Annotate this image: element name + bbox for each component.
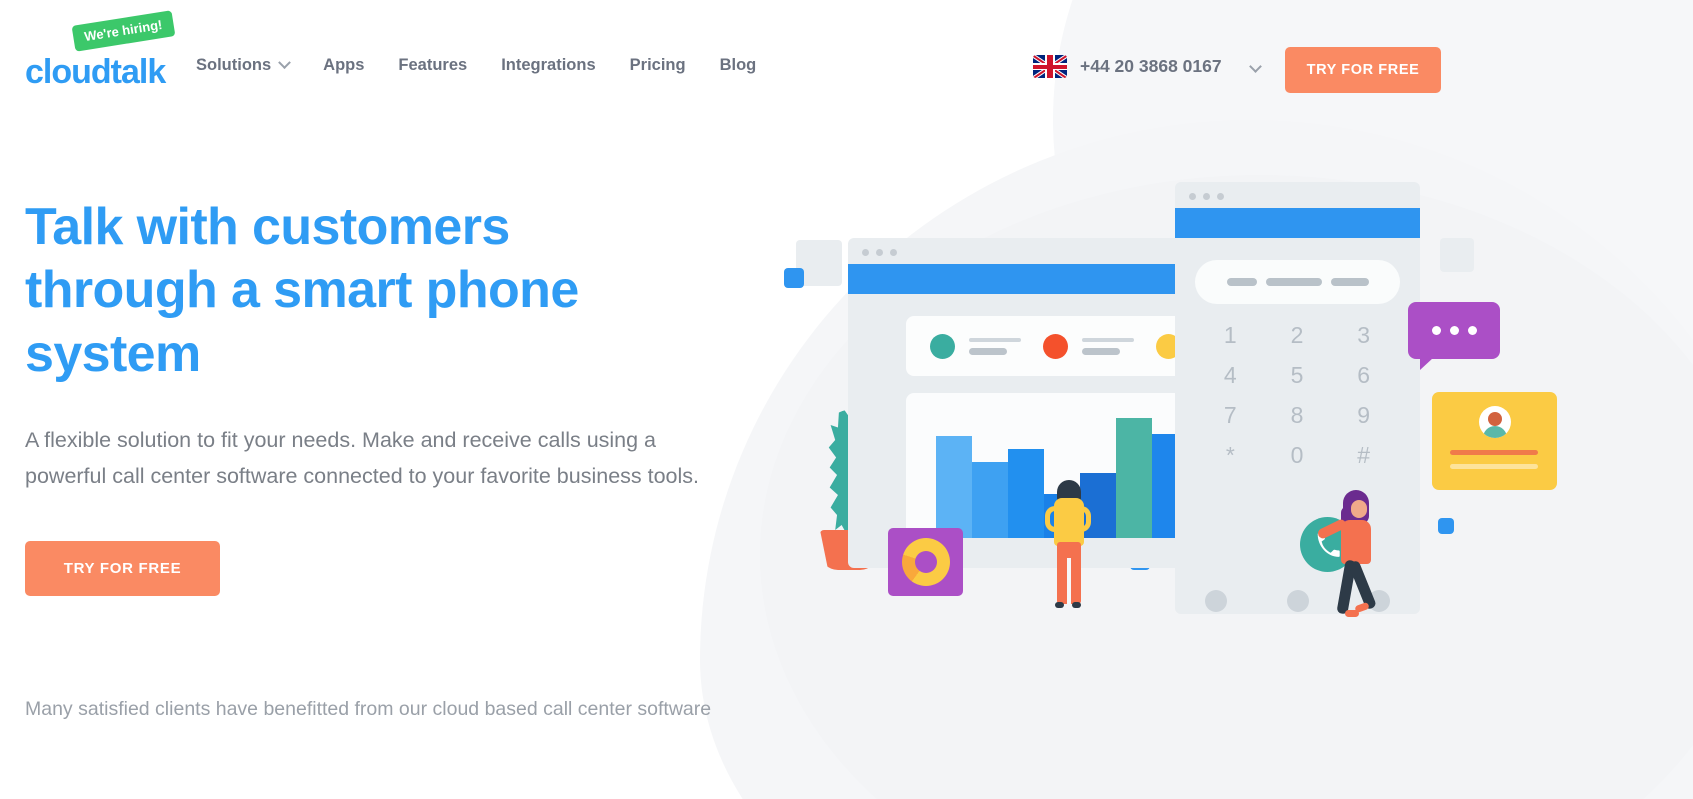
nav-item-blog[interactable]: Blog bbox=[720, 56, 757, 75]
person-illustration-male bbox=[1045, 480, 1091, 615]
donut-chart-icon bbox=[901, 538, 950, 586]
clients-note: Many satisfied clients have benefitted f… bbox=[25, 698, 712, 720]
dialpad-key-4[interactable]: 4 bbox=[1197, 362, 1264, 388]
logo-text: cloudtalk bbox=[25, 53, 166, 91]
main-navigation: Solutions Apps Features Integrations Pri… bbox=[196, 56, 756, 75]
status-item bbox=[930, 333, 1021, 359]
chevron-down-icon bbox=[278, 56, 292, 70]
dialpad-key-2[interactable]: 2 bbox=[1264, 322, 1331, 348]
landing-page: cloudtalk We're hiring! Solutions Apps F… bbox=[0, 0, 1693, 799]
footer-dot[interactable] bbox=[1205, 590, 1227, 612]
dialpad-key-star[interactable]: * bbox=[1197, 442, 1264, 468]
uk-flag-icon bbox=[1033, 55, 1067, 78]
status-dot-teal bbox=[930, 333, 955, 359]
hero-try-for-free-button[interactable]: TRY FOR FREE bbox=[25, 540, 220, 596]
dialpad-key-5[interactable]: 5 bbox=[1264, 362, 1331, 388]
avatar bbox=[1478, 406, 1511, 438]
header-try-for-free-button[interactable]: TRY FOR FREE bbox=[1285, 47, 1441, 93]
dialpad-display[interactable] bbox=[1195, 260, 1400, 304]
donut-chart-card bbox=[888, 528, 963, 596]
logo[interactable]: cloudtalk We're hiring! bbox=[25, 10, 177, 92]
dashboard-window bbox=[848, 238, 1256, 568]
hero-content: Talk with customers through a smart phon… bbox=[25, 196, 725, 596]
chevron-down-icon[interactable] bbox=[1248, 60, 1262, 73]
window-dot bbox=[876, 249, 883, 256]
nav-label: Solutions bbox=[196, 56, 272, 74]
window-dot bbox=[1203, 193, 1210, 200]
dialpad-key-1[interactable]: 1 bbox=[1197, 322, 1264, 348]
site-header: cloudtalk We're hiring! Solutions Apps F… bbox=[0, 0, 1693, 140]
dialpad-key-7[interactable]: 7 bbox=[1197, 402, 1264, 428]
nav-item-integrations[interactable]: Integrations bbox=[501, 56, 595, 75]
nav-item-features[interactable]: Features bbox=[398, 56, 467, 75]
dialpad-keys[interactable]: 1 2 3 4 5 6 7 8 9 * 0 # bbox=[1197, 322, 1397, 468]
nav-item-apps[interactable]: Apps bbox=[323, 56, 364, 75]
phone-number: +44 20 3868 0167 bbox=[1080, 56, 1222, 76]
dialpad-key-3[interactable]: 3 bbox=[1330, 322, 1397, 348]
hero-subtitle: A flexible solution to fit your needs. M… bbox=[25, 428, 700, 489]
dialpad-key-0[interactable]: 0 bbox=[1264, 442, 1331, 468]
decor-square-blue-3 bbox=[1438, 518, 1454, 534]
bar-chart-bar bbox=[936, 436, 972, 538]
bar-chart-bar bbox=[972, 462, 1008, 538]
dialpad-key-hash[interactable]: # bbox=[1330, 442, 1397, 468]
chat-bubble-icon bbox=[1408, 302, 1500, 370]
nav-item-pricing[interactable]: Pricing bbox=[630, 56, 686, 75]
decor-square-blue-1 bbox=[784, 268, 804, 288]
dialpad-key-6[interactable]: 6 bbox=[1330, 362, 1397, 388]
window-controls bbox=[1189, 193, 1224, 200]
contact-card bbox=[1432, 392, 1557, 490]
window-titlebar bbox=[1175, 208, 1420, 238]
window-dot bbox=[862, 249, 869, 256]
hiring-badge[interactable]: We're hiring! bbox=[71, 10, 176, 52]
bar-chart-bar bbox=[1116, 418, 1152, 538]
person-illustration-female bbox=[1316, 490, 1385, 630]
window-dot bbox=[1189, 193, 1196, 200]
dialpad-key-8[interactable]: 8 bbox=[1264, 402, 1331, 428]
window-dot bbox=[890, 249, 897, 256]
status-dot-red bbox=[1043, 333, 1068, 359]
hero-illustration: 1 2 3 4 5 6 7 8 9 * 0 # bbox=[760, 150, 1620, 670]
phone-selector[interactable]: +44 20 3868 0167 bbox=[1033, 55, 1262, 78]
footer-dot[interactable] bbox=[1286, 590, 1309, 612]
window-controls bbox=[862, 249, 897, 256]
nav-item-solutions[interactable]: Solutions bbox=[196, 56, 292, 75]
page-title: Talk with customers through a smart phon… bbox=[25, 198, 579, 383]
bar-chart-bar bbox=[1008, 449, 1044, 538]
window-dot bbox=[1217, 193, 1224, 200]
window-titlebar bbox=[848, 264, 1218, 294]
status-item bbox=[1043, 333, 1134, 359]
decor-square-gray bbox=[1440, 238, 1474, 272]
dialpad-key-9[interactable]: 9 bbox=[1330, 402, 1397, 428]
